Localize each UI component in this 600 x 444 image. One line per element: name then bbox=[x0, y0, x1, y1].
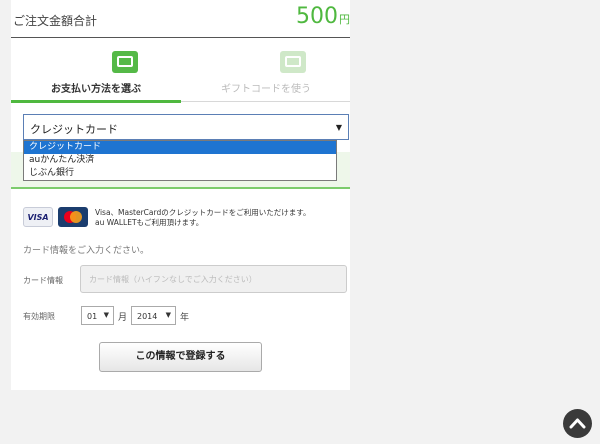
expiry-month-select[interactable]: 01 ▼ bbox=[81, 306, 114, 325]
tab-payment-method-label: お支払い方法を選ぶ bbox=[51, 84, 141, 95]
order-total-amount: 500円 bbox=[296, 4, 350, 29]
payment-tabs: お支払い方法を選ぶ ギフトコードを使う bbox=[11, 48, 351, 103]
expiry-year-select[interactable]: 2014 ▼ bbox=[131, 306, 176, 325]
scroll-to-top-button[interactable] bbox=[563, 409, 592, 438]
chevron-down-icon: ▼ bbox=[335, 123, 342, 132]
tab-gift-code[interactable]: ギフトコードを使う bbox=[181, 48, 351, 102]
expiry-label: 有効期限 bbox=[23, 312, 55, 321]
dropdown-option-jibun-bank[interactable]: じぶん銀行 bbox=[24, 167, 336, 180]
mastercard-logo bbox=[58, 207, 88, 227]
order-total-label: ご注文金額合計 bbox=[13, 14, 98, 28]
visa-logo: VISA bbox=[23, 207, 53, 227]
month-unit: 月 bbox=[118, 313, 128, 323]
chevron-down-icon: ▼ bbox=[103, 311, 109, 319]
chevron-up-icon bbox=[569, 418, 586, 429]
gift-code-icon bbox=[280, 51, 306, 73]
dropdown-option-credit-card[interactable]: クレジットカード bbox=[24, 141, 336, 154]
card-info-hint: カード情報をご入力ください。 bbox=[23, 246, 150, 256]
card-info-label: カード情報 bbox=[23, 276, 63, 285]
payment-method-dropdown: クレジットカード auかんたん決済 じぶん銀行 bbox=[23, 140, 337, 181]
chevron-down-icon: ▼ bbox=[165, 311, 171, 319]
register-button[interactable]: この情報で登録する bbox=[99, 342, 262, 372]
order-total-row: ご注文金額合計 500円 bbox=[11, 0, 350, 38]
card-number-input[interactable] bbox=[80, 265, 347, 293]
tab-gift-code-label: ギフトコードを使う bbox=[221, 84, 311, 95]
year-unit: 年 bbox=[180, 313, 190, 323]
payment-method-select[interactable]: クレジットカード ▼ bbox=[23, 114, 349, 140]
card-note: Visa、MasterCardのクレジットカードをご利用いただけます。 au W… bbox=[95, 208, 311, 227]
card-payment-icon bbox=[112, 51, 138, 73]
payment-method-value: クレジットカード bbox=[30, 123, 118, 136]
tab-payment-method[interactable]: お支払い方法を選ぶ bbox=[11, 48, 181, 103]
dropdown-option-au-payment[interactable]: auかんたん決済 bbox=[24, 154, 336, 167]
payment-panel: ご注文金額合計 500円 お支払い方法を選ぶ ギフトコードを使う クレジットカー… bbox=[11, 0, 350, 390]
